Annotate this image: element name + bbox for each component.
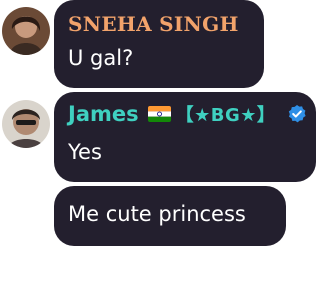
user-tag: 【★BG★】 <box>175 105 276 126</box>
avatar-james[interactable] <box>2 100 50 148</box>
message-text-james: Yes <box>68 140 102 164</box>
message-text-sneha: U gal? <box>68 46 134 70</box>
message-text-continuation: Me cute princess <box>68 202 246 226</box>
verified-badge-icon <box>287 104 307 124</box>
india-flag-icon <box>147 106 171 122</box>
sender-name-james[interactable]: James <box>68 102 139 126</box>
avatar-sneha[interactable] <box>2 7 50 55</box>
message-bubble-sneha[interactable]: SNEHA SINGH U gal? <box>54 0 264 88</box>
sender-name-sneha[interactable]: SNEHA SINGH <box>68 12 239 36</box>
message-bubble-james[interactable]: James 【★BG★】 Yes <box>54 92 316 182</box>
sender-name-row-james: James 【★BG★】 <box>68 101 307 127</box>
message-bubble-continuation[interactable]: Me cute princess <box>54 186 286 246</box>
